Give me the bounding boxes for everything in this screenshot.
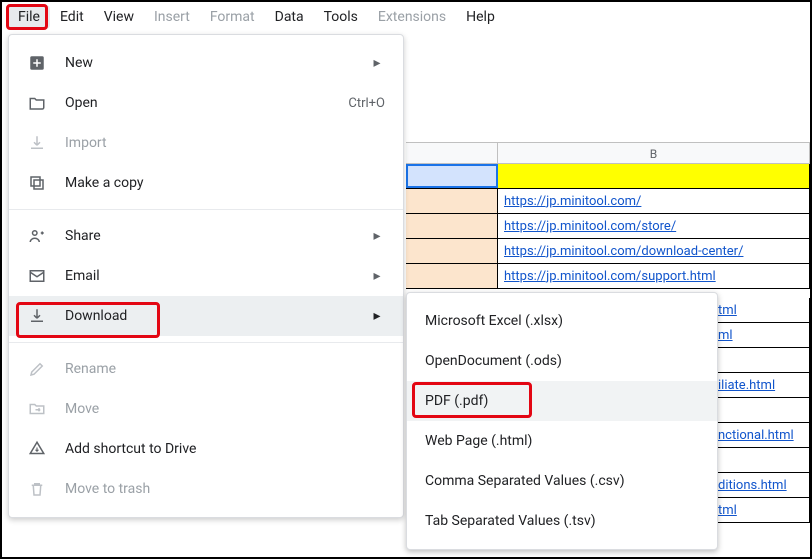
chevron-right-icon: ▸	[369, 268, 385, 284]
menu-item-label: Share	[65, 228, 369, 244]
drive-shortcut-icon	[27, 439, 47, 459]
menu-item-label: Add shortcut to Drive	[65, 441, 385, 457]
menu-item-label: Move	[65, 401, 385, 417]
menu-item-label: Web Page (.html)	[425, 433, 532, 449]
cell[interactable]	[406, 164, 498, 188]
table-row[interactable]: https://jp.minitool.com/support.html	[406, 264, 810, 289]
menu-item-label: Import	[65, 135, 385, 151]
link-tail: nctional.html	[718, 428, 794, 443]
download-ods[interactable]: OpenDocument (.ods)	[407, 341, 717, 381]
menu-item-label: Open	[65, 95, 348, 111]
rename-icon	[27, 359, 47, 379]
table-row[interactable]: https://jp.minitool.com/store/	[406, 214, 810, 239]
link[interactable]: https://jp.minitool.com/download-center/	[504, 244, 743, 259]
cell[interactable]	[406, 214, 498, 238]
separator	[9, 209, 403, 210]
cell[interactable]	[406, 239, 498, 263]
import-icon	[27, 133, 47, 153]
download-submenu: Microsoft Excel (.xlsx) OpenDocument (.o…	[406, 292, 718, 550]
menu-view[interactable]: View	[94, 5, 144, 29]
menu-item-label: New	[65, 55, 369, 71]
separator	[9, 342, 403, 343]
download-xlsx[interactable]: Microsoft Excel (.xlsx)	[407, 301, 717, 341]
cell[interactable]	[406, 264, 498, 288]
link[interactable]: https://jp.minitool.com/store/	[504, 219, 676, 234]
email-icon	[27, 266, 47, 286]
menu-file[interactable]: File	[8, 5, 50, 29]
cell[interactable]: https://jp.minitool.com/support.html	[498, 264, 810, 288]
menu-item-label: Microsoft Excel (.xlsx)	[425, 313, 563, 329]
menu-item-label: Make a copy	[65, 175, 385, 191]
link[interactable]: https://jp.minitool.com/	[504, 194, 641, 209]
menu-item-label: Move to trash	[65, 481, 385, 497]
menu-item-label: PDF (.pdf)	[425, 393, 488, 409]
cell[interactable]: https://jp.minitool.com/store/	[498, 214, 810, 238]
folder-icon	[27, 93, 47, 113]
copy-icon	[27, 173, 47, 193]
move-icon	[27, 399, 47, 419]
link-tail: ml	[718, 328, 733, 343]
share-icon	[27, 226, 47, 246]
menu-item-shortcut: Ctrl+O	[348, 96, 385, 111]
link-tail: tml	[718, 303, 737, 318]
link-tail: iliate.html	[718, 378, 775, 393]
table-row[interactable]: https://jp.minitool.com/	[406, 189, 810, 214]
partial-link-tails: tml ml iliate.html nctional.html ditions…	[718, 298, 810, 523]
menu-item-rename: Rename	[9, 349, 403, 389]
download-tsv[interactable]: Tab Separated Values (.tsv)	[407, 501, 717, 541]
new-icon	[27, 53, 47, 73]
menu-help[interactable]: Help	[456, 5, 505, 29]
column-header-blank	[406, 143, 498, 163]
menu-item-move: Move	[9, 389, 403, 429]
menu-item-label: Email	[65, 268, 369, 284]
column-header-row: B	[406, 142, 810, 164]
menu-item-label: Comma Separated Values (.csv)	[425, 473, 625, 489]
menu-item-new[interactable]: New ▸	[9, 43, 403, 83]
chevron-right-icon: ▸	[369, 308, 385, 324]
menu-format: Format	[200, 5, 265, 29]
chevron-right-icon: ▸	[369, 55, 385, 71]
menu-data[interactable]: Data	[265, 5, 314, 29]
download-icon	[27, 306, 47, 326]
menu-item-import: Import	[9, 123, 403, 163]
menu-extensions: Extensions	[368, 5, 456, 29]
table-row[interactable]	[406, 164, 810, 189]
menu-edit[interactable]: Edit	[50, 5, 94, 29]
cell[interactable]: https://jp.minitool.com/download-center/	[498, 239, 810, 263]
menu-item-download[interactable]: Download ▸	[9, 296, 403, 336]
link-tail: ditions.html	[718, 478, 787, 493]
menu-item-label: OpenDocument (.ods)	[425, 353, 562, 369]
menu-item-open[interactable]: Open Ctrl+O	[9, 83, 403, 123]
menu-item-label: Rename	[65, 361, 385, 377]
trash-icon	[27, 479, 47, 499]
chevron-right-icon: ▸	[369, 228, 385, 244]
menu-item-label: Download	[65, 308, 369, 324]
cell-redacted[interactable]	[498, 164, 810, 188]
menu-item-trash: Move to trash	[9, 469, 403, 509]
menubar: File Edit View Insert Format Data Tools …	[2, 2, 810, 32]
column-header-b[interactable]: B	[498, 143, 810, 163]
menu-insert: Insert	[144, 5, 200, 29]
menu-item-share[interactable]: Share ▸	[9, 216, 403, 256]
link-tail: tml	[718, 503, 737, 518]
cell[interactable]	[406, 189, 498, 213]
menu-item-label: Tab Separated Values (.tsv)	[425, 513, 596, 529]
menu-item-add-shortcut[interactable]: Add shortcut to Drive	[9, 429, 403, 469]
cell[interactable]: https://jp.minitool.com/	[498, 189, 810, 213]
file-menu-dropdown: New ▸ Open Ctrl+O Import Make a copy Sha…	[8, 34, 404, 518]
menu-tools[interactable]: Tools	[314, 5, 368, 29]
menu-item-email[interactable]: Email ▸	[9, 256, 403, 296]
download-csv[interactable]: Comma Separated Values (.csv)	[407, 461, 717, 501]
menu-item-make-copy[interactable]: Make a copy	[9, 163, 403, 203]
download-pdf[interactable]: PDF (.pdf)	[407, 381, 717, 421]
link[interactable]: https://jp.minitool.com/support.html	[504, 269, 716, 284]
download-html[interactable]: Web Page (.html)	[407, 421, 717, 461]
table-row[interactable]: https://jp.minitool.com/download-center/	[406, 239, 810, 264]
